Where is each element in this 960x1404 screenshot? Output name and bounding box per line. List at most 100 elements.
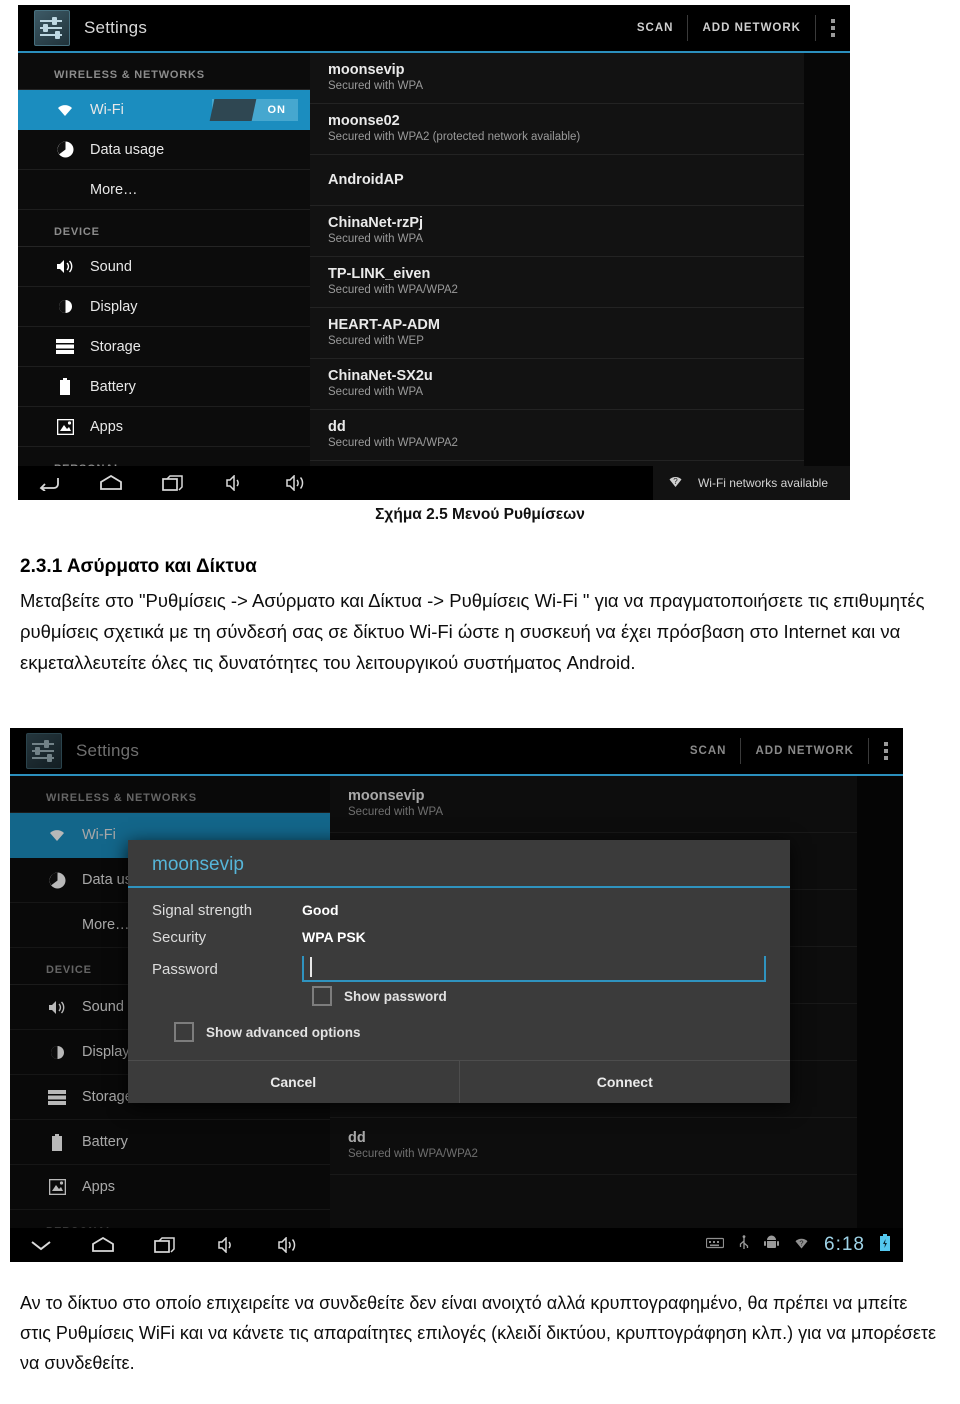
overflow-menu-icon[interactable] xyxy=(869,728,903,774)
sidebar-item-label: Battery xyxy=(82,1134,128,1150)
wifi-ssid: moonse02 xyxy=(328,113,400,129)
wifi-list-item[interactable]: ChinaNet-SX2u Secured with WPA xyxy=(310,359,850,410)
sidebar-item-label: Display xyxy=(82,1044,130,1060)
text-caret xyxy=(310,957,312,977)
wifi-available-notification[interactable]: ? Wi-Fi networks available xyxy=(652,466,850,500)
sidebar-item-label: Apps xyxy=(82,1179,116,1195)
section-heading: 2.3.1 Ασύρματο και Δίκτυα xyxy=(20,556,257,577)
password-input[interactable] xyxy=(302,956,766,982)
wifi-item-text: dd Secured with WPA/WPA2 xyxy=(348,1130,837,1162)
chevron-down-icon[interactable] xyxy=(10,1238,72,1252)
sidebar-item-apps[interactable]: Apps xyxy=(18,407,310,447)
home-icon[interactable] xyxy=(72,1237,134,1253)
wifi-item-text: AndroidAP xyxy=(328,172,784,189)
brightness-icon xyxy=(54,298,76,315)
apps-image-icon xyxy=(46,1179,68,1195)
volume-down-icon[interactable] xyxy=(204,475,266,491)
sidebar-item-more[interactable]: More… xyxy=(18,170,310,210)
settings-sliders-icon xyxy=(34,10,70,46)
sidebar-item-label: Data usage xyxy=(90,141,165,158)
wifi-list-item[interactable]: moonsevip Secured with WPA xyxy=(310,53,850,104)
battery-icon xyxy=(54,378,76,395)
wifi-list-item[interactable]: dd Secured with WPA/WPA2 xyxy=(330,1118,903,1175)
sidebar-item-display[interactable]: Display xyxy=(18,287,310,327)
wifi-ssid: AndroidAP xyxy=(328,171,404,188)
wifi-ssid: HEART-AP-ADM xyxy=(328,317,440,333)
wifi-item-text: HEART-AP-ADM Secured with WEP xyxy=(328,317,784,349)
wifi-item-text: ChinaNet-SX2u Secured with WPA xyxy=(328,368,784,400)
sidebar-item-storage[interactable]: Storage xyxy=(18,327,310,367)
wifi-security: Secured with WEP xyxy=(328,335,424,347)
data-usage-icon xyxy=(54,141,76,158)
wifi-security: Secured with WPA/WPA2 xyxy=(328,437,458,449)
android-settings-screenshot-2: Settings SCAN ADD NETWORK WIRELESS & NET… xyxy=(10,728,903,1262)
show-password-checkbox[interactable]: Show password xyxy=(152,986,766,1006)
wifi-ssid: ChinaNet-SX2u xyxy=(328,368,433,384)
wifi-toggle[interactable]: ON xyxy=(209,98,298,121)
wifi-list-item[interactable]: HEART-AP-ADM Secured with WEP xyxy=(310,308,850,359)
sidebar-item-sound[interactable]: Sound xyxy=(18,247,310,287)
list-scrollbar[interactable] xyxy=(804,53,850,468)
back-icon[interactable] xyxy=(18,475,80,491)
settings-body-1: WIRELESS & NETWORKS Wi-Fi ON Data usage … xyxy=(18,53,850,484)
checkbox-box xyxy=(312,986,332,1006)
action-bar-1: Settings SCAN ADD NETWORK xyxy=(18,5,850,53)
wifi-ssid: moonsevip xyxy=(348,788,425,804)
sidebar-item-battery[interactable]: Battery xyxy=(10,1120,330,1165)
volume-up-icon[interactable] xyxy=(266,475,328,491)
notification-text: Wi-Fi networks available xyxy=(697,476,828,490)
sidebar-item-label: More… xyxy=(90,181,138,198)
battery-charging-icon xyxy=(879,1233,891,1257)
sidebar-item-battery[interactable]: Battery xyxy=(18,367,310,407)
sidebar-group-wireless: WIRELESS & NETWORKS xyxy=(18,53,310,90)
storage-icon xyxy=(46,1089,68,1105)
wifi-ssid: moonsevip xyxy=(328,62,405,78)
sidebar-item-label: Storage xyxy=(82,1089,133,1105)
wifi-question-icon: ? xyxy=(793,1236,810,1255)
home-icon[interactable] xyxy=(80,475,142,491)
wifi-icon xyxy=(46,828,68,842)
brightness-icon xyxy=(46,1044,68,1061)
recents-icon[interactable] xyxy=(142,475,204,491)
wifi-list-item[interactable]: AndroidAP xyxy=(310,155,850,206)
scan-button[interactable]: SCAN xyxy=(623,5,688,51)
sidebar-group-wireless: WIRELESS & NETWORKS xyxy=(10,776,330,813)
connect-button[interactable]: Connect xyxy=(458,1061,791,1103)
volume-down-icon[interactable] xyxy=(196,1237,258,1253)
add-network-button[interactable]: ADD NETWORK xyxy=(741,728,868,774)
dialog-actions: Cancel Connect xyxy=(128,1060,790,1103)
wifi-security: Secured with WPA xyxy=(328,386,424,398)
battery-icon xyxy=(46,1133,68,1151)
wifi-item-text: moonsevip Secured with WPA xyxy=(348,788,837,820)
sidebar-item-label: Apps xyxy=(90,418,124,435)
apps-image-icon xyxy=(54,418,76,435)
add-network-button[interactable]: ADD NETWORK xyxy=(688,5,815,51)
action-bar-actions-1: SCAN ADD NETWORK xyxy=(623,5,850,51)
security-label: Security xyxy=(152,929,207,946)
toggle-state-label: ON xyxy=(267,103,286,116)
sidebar-item-wifi[interactable]: Wi-Fi ON xyxy=(18,90,310,130)
sidebar-item-apps[interactable]: Apps xyxy=(10,1165,330,1210)
wifi-list-item[interactable]: moonse02 Secured with WPA2 (protected ne… xyxy=(310,104,850,155)
security-row: Security WPA PSK xyxy=(152,929,766,946)
list-scrollbar[interactable] xyxy=(857,776,903,1230)
overflow-menu-icon[interactable] xyxy=(816,5,850,51)
password-label: Password xyxy=(152,960,218,978)
recents-icon[interactable] xyxy=(134,1237,196,1253)
wifi-ssid: dd xyxy=(348,1130,366,1146)
cancel-button[interactable]: Cancel xyxy=(128,1061,459,1103)
scan-button[interactable]: SCAN xyxy=(676,728,741,774)
sidebar-item-data-usage[interactable]: Data usage xyxy=(18,130,310,170)
wifi-list-item[interactable]: dd Secured with WPA/WPA2 xyxy=(310,410,850,461)
figure-caption: Σχήμα 2.5 Μενού Ρυθμίσεων xyxy=(375,506,585,523)
wifi-item-text: TP-LINK_eiven Secured with WPA/WPA2 xyxy=(328,266,784,298)
wifi-list-item[interactable]: ChinaNet-rzPj Secured with WPA xyxy=(310,206,850,257)
wifi-list-item[interactable]: TP-LINK_eiven Secured with WPA/WPA2 xyxy=(310,257,850,308)
sidebar-group-device: DEVICE xyxy=(18,210,310,247)
wifi-list-item[interactable]: moonsevip Secured with WPA xyxy=(330,776,903,833)
wifi-network-list-1[interactable]: moonsevip Secured with WPA moonse02 Secu… xyxy=(310,53,850,468)
show-advanced-options-checkbox[interactable]: Show advanced options xyxy=(152,1022,766,1042)
keyboard-icon[interactable] xyxy=(705,1236,725,1254)
wifi-ssid: ChinaNet-rzPj xyxy=(328,215,424,231)
volume-up-icon[interactable] xyxy=(258,1237,320,1253)
